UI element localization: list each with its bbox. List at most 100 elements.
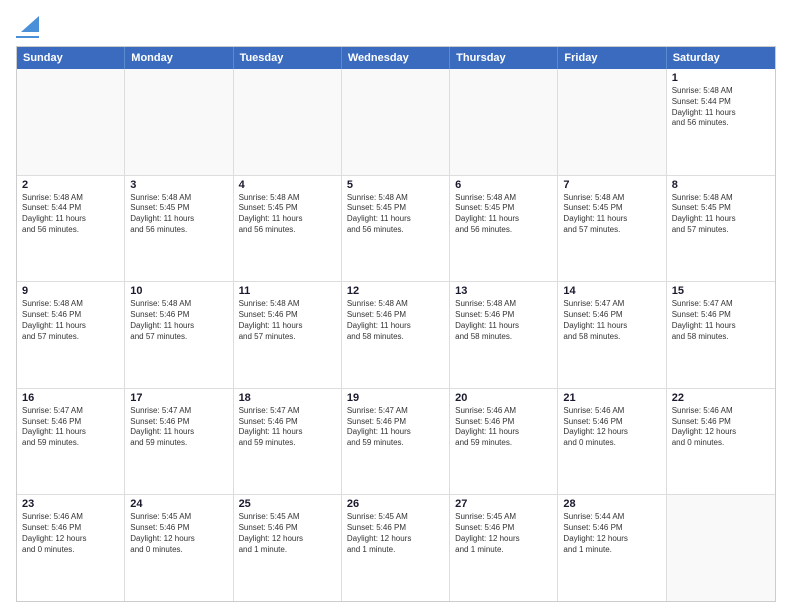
cell-info: Sunset: 5:46 PM [239,417,336,428]
cell-info: Sunset: 5:46 PM [455,523,552,534]
header-sunday: Sunday [17,47,125,69]
cell-info: Sunset: 5:45 PM [563,203,660,214]
day-number: 20 [455,392,552,404]
cell-info: Sunset: 5:46 PM [563,310,660,321]
cal-cell-4-5: 20Sunrise: 5:46 AMSunset: 5:46 PMDayligh… [450,389,558,495]
cell-info: Sunset: 5:46 PM [347,523,444,534]
day-number: 26 [347,498,444,510]
cell-info: Daylight: 12 hours [672,427,770,438]
cell-info: Daylight: 11 hours [672,321,770,332]
cell-info: Sunset: 5:44 PM [672,97,770,108]
cell-info: Sunrise: 5:46 AM [563,406,660,417]
cell-info: and 57 minutes. [130,332,227,343]
cell-info: Sunrise: 5:47 AM [347,406,444,417]
cell-info: Sunrise: 5:48 AM [563,193,660,204]
cell-info: Sunrise: 5:47 AM [563,299,660,310]
cal-cell-5-6: 28Sunrise: 5:44 AMSunset: 5:46 PMDayligh… [558,495,666,601]
cell-info: Daylight: 12 hours [347,534,444,545]
cal-cell-1-6 [558,69,666,175]
day-number: 7 [563,179,660,191]
cell-info: Sunset: 5:46 PM [239,310,336,321]
cell-info: Daylight: 11 hours [239,321,336,332]
cell-info: Sunset: 5:46 PM [22,417,119,428]
cell-info: Sunset: 5:45 PM [130,203,227,214]
cell-info: Sunset: 5:46 PM [455,417,552,428]
cal-cell-3-3: 11Sunrise: 5:48 AMSunset: 5:46 PMDayligh… [234,282,342,388]
logo-underline [16,36,39,38]
cell-info: Daylight: 11 hours [22,214,119,225]
calendar-row-2: 2Sunrise: 5:48 AMSunset: 5:44 PMDaylight… [17,176,775,283]
cell-info: Sunrise: 5:47 AM [130,406,227,417]
cal-cell-3-5: 13Sunrise: 5:48 AMSunset: 5:46 PMDayligh… [450,282,558,388]
cell-info: Daylight: 11 hours [22,321,119,332]
cal-cell-1-3 [234,69,342,175]
cal-cell-1-1 [17,69,125,175]
cell-info: Sunrise: 5:47 AM [22,406,119,417]
cell-info: Sunset: 5:46 PM [563,417,660,428]
cal-cell-5-7 [667,495,775,601]
day-number: 10 [130,285,227,297]
day-number: 6 [455,179,552,191]
cell-info: Daylight: 11 hours [239,427,336,438]
day-number: 19 [347,392,444,404]
cell-info: Daylight: 12 hours [22,534,119,545]
calendar-row-1: 1Sunrise: 5:48 AMSunset: 5:44 PMDaylight… [17,69,775,176]
cal-cell-3-1: 9Sunrise: 5:48 AMSunset: 5:46 PMDaylight… [17,282,125,388]
day-number: 5 [347,179,444,191]
cell-info: Sunset: 5:45 PM [347,203,444,214]
day-number: 1 [672,72,770,84]
cell-info: Daylight: 12 hours [563,427,660,438]
cell-info: Sunrise: 5:48 AM [455,193,552,204]
cell-info: Sunset: 5:46 PM [130,310,227,321]
cell-info: and 1 minute. [347,545,444,556]
cell-info: Sunrise: 5:48 AM [22,193,119,204]
cal-cell-2-6: 7Sunrise: 5:48 AMSunset: 5:45 PMDaylight… [558,176,666,282]
calendar: Sunday Monday Tuesday Wednesday Thursday… [16,46,776,602]
cell-info: and 56 minutes. [672,118,770,129]
page: Sunday Monday Tuesday Wednesday Thursday… [0,0,792,612]
cell-info: Sunrise: 5:45 AM [347,512,444,523]
cell-info: Daylight: 11 hours [455,427,552,438]
cell-info: Sunrise: 5:48 AM [347,193,444,204]
cell-info: Daylight: 11 hours [130,214,227,225]
cell-info: Sunset: 5:46 PM [672,417,770,428]
cell-info: Sunset: 5:46 PM [347,310,444,321]
cell-info: Sunset: 5:46 PM [239,523,336,534]
cell-info: Sunrise: 5:48 AM [130,193,227,204]
cell-info: Sunset: 5:46 PM [455,310,552,321]
day-number: 22 [672,392,770,404]
cell-info: and 56 minutes. [347,225,444,236]
cell-info: Daylight: 11 hours [130,321,227,332]
day-number: 9 [22,285,119,297]
cell-info: Daylight: 11 hours [672,108,770,119]
cal-cell-5-1: 23Sunrise: 5:46 AMSunset: 5:46 PMDayligh… [17,495,125,601]
cal-cell-4-2: 17Sunrise: 5:47 AMSunset: 5:46 PMDayligh… [125,389,233,495]
cell-info: Sunset: 5:45 PM [672,203,770,214]
cell-info: Sunset: 5:45 PM [455,203,552,214]
day-number: 11 [239,285,336,297]
cal-cell-5-2: 24Sunrise: 5:45 AMSunset: 5:46 PMDayligh… [125,495,233,601]
cell-info: and 0 minutes. [130,545,227,556]
cell-info: Sunset: 5:46 PM [130,417,227,428]
header-tuesday: Tuesday [234,47,342,69]
cell-info: and 59 minutes. [22,438,119,449]
cell-info: Daylight: 11 hours [347,214,444,225]
cal-cell-5-4: 26 Sunrise: 5:45 AMSunset: 5:46 PMDayligh… [342,495,450,601]
cell-info: and 58 minutes. [672,332,770,343]
calendar-body: 1Sunrise: 5:48 AMSunset: 5:44 PMDaylight… [17,69,775,601]
cell-info: Sunrise: 5:47 AM [239,406,336,417]
cell-info: Sunset: 5:46 PM [130,523,227,534]
cal-cell-3-2: 10Sunrise: 5:48 AMSunset: 5:46 PMDayligh… [125,282,233,388]
cell-info: Sunrise: 5:45 AM [130,512,227,523]
cell-info: Sunrise: 5:46 AM [22,512,119,523]
day-number: 18 [239,392,336,404]
cell-info: Sunset: 5:46 PM [347,417,444,428]
header-thursday: Thursday [450,47,558,69]
cell-info: Daylight: 12 hours [130,534,227,545]
calendar-header: Sunday Monday Tuesday Wednesday Thursday… [17,47,775,69]
cell-info: and 57 minutes. [563,225,660,236]
cell-info: Sunrise: 5:45 AM [455,512,552,523]
cal-cell-5-5: 27Sunrise: 5:45 AMSunset: 5:46 PMDayligh… [450,495,558,601]
cell-info: and 59 minutes. [347,438,444,449]
cell-info: Daylight: 11 hours [239,214,336,225]
